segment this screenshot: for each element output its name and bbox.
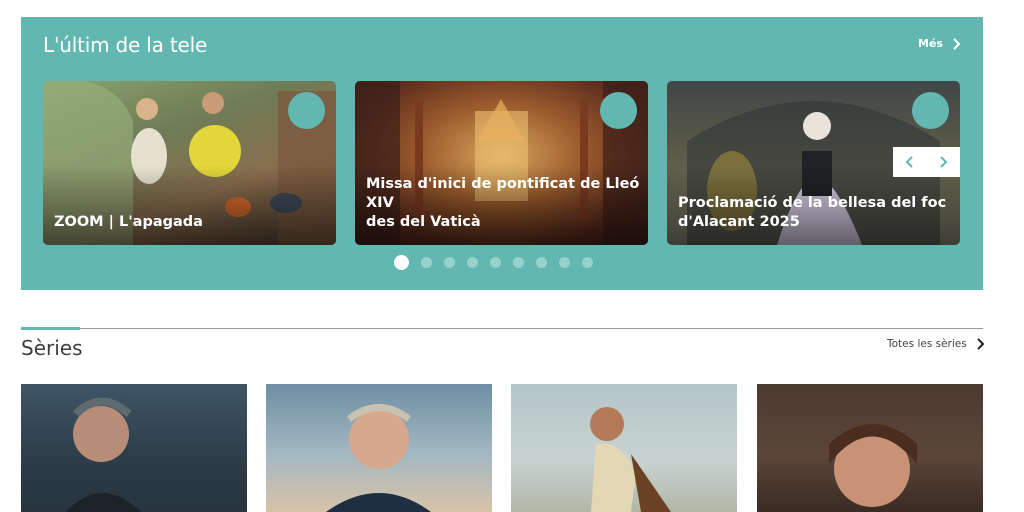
card-badge-circle [288, 92, 325, 129]
carousel-dot[interactable] [444, 256, 455, 268]
carousel-next-button[interactable] [926, 147, 959, 177]
section-divider [21, 328, 983, 329]
series-image [590, 407, 671, 512]
all-series-label: Totes les sèries [887, 338, 967, 350]
chevron-right-icon [977, 338, 985, 350]
more-link-label: Més [918, 37, 943, 50]
carousel-dot[interactable] [536, 256, 547, 268]
all-series-link[interactable]: Totes les sèries [887, 338, 985, 350]
series-image [66, 397, 141, 512]
card-badge-circle [600, 92, 637, 129]
carousel-card-missa[interactable]: Missa d'inici de pontificat de Lleó XIV … [355, 81, 648, 245]
carousel-dot[interactable] [513, 256, 524, 268]
chevron-right-icon [939, 156, 947, 168]
carousel-dot[interactable] [421, 256, 432, 268]
chevron-left-icon [905, 156, 913, 168]
series-section-title: Sèries [21, 336, 83, 360]
section-accent-bar [21, 327, 80, 330]
more-link[interactable]: Més [918, 37, 961, 50]
carousel-dot[interactable] [559, 256, 570, 268]
carousel-card-zoom[interactable]: ZOOM | L'apagada [43, 81, 336, 245]
latest-section-title: L'últim de la tele [43, 33, 208, 57]
card-title: ZOOM | L'apagada [54, 214, 203, 230]
card-badge-circle [912, 92, 949, 129]
chevron-right-icon [953, 37, 961, 50]
series-thumbnail[interactable] [757, 384, 983, 512]
carousel-dot[interactable] [490, 256, 501, 268]
series-image [829, 424, 917, 507]
carousel-arrows [893, 147, 960, 177]
carousel-dot[interactable] [582, 256, 593, 268]
carousel-dot[interactable] [467, 256, 478, 268]
card-shade [43, 165, 336, 245]
series-thumbnail[interactable] [21, 384, 247, 512]
latest-carousel-section: L'últim de la tele Més ZOOM | L'apagada [21, 17, 983, 290]
card-title: Missa d'inici de pontificat de Lleó XIV … [366, 176, 640, 230]
carousel-prev-button[interactable] [893, 147, 926, 177]
card-title: Proclamació de la bellesa del foc d'Alac… [678, 195, 947, 230]
carousel-dots [394, 254, 593, 270]
series-thumbnail[interactable] [511, 384, 737, 512]
series-image [326, 404, 431, 512]
series-thumbnail[interactable] [266, 384, 492, 512]
carousel-dot[interactable] [394, 254, 409, 270]
